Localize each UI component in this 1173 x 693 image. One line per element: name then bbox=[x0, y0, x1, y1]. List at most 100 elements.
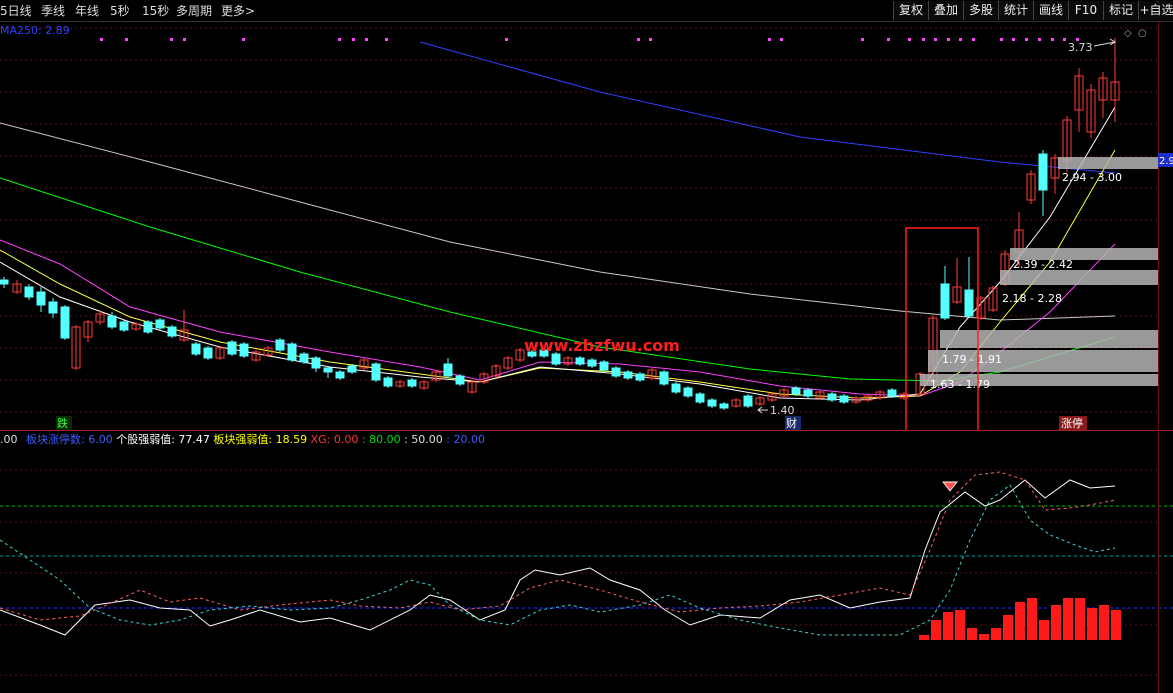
multi-stock-button[interactable]: 多股 bbox=[963, 1, 998, 20]
marker-cai-text: 财 bbox=[786, 416, 797, 430]
signal-dot bbox=[972, 38, 975, 41]
candle-body bbox=[671, 383, 681, 393]
candle-body bbox=[719, 403, 729, 409]
signal-dot bbox=[1038, 38, 1041, 41]
period-5day[interactable]: 5日线 bbox=[0, 2, 32, 19]
candle-body bbox=[0, 279, 9, 285]
indicator-legend-item: : 20.00 bbox=[443, 433, 485, 446]
signal-dot bbox=[183, 38, 186, 41]
candle-body bbox=[599, 361, 609, 371]
candle-body bbox=[707, 399, 717, 407]
indicator-bar bbox=[931, 620, 941, 640]
indicator-legend-item: 板块强弱值: 18.59 bbox=[210, 432, 307, 446]
chip-label: 2.94 - 3.00 bbox=[1062, 171, 1122, 184]
candle-body bbox=[36, 291, 46, 306]
f10-button[interactable]: F10 bbox=[1068, 1, 1103, 20]
indicator-bar bbox=[1051, 605, 1061, 640]
indicator-bar bbox=[1039, 620, 1049, 640]
signal-dot bbox=[242, 38, 245, 41]
candle-body bbox=[407, 379, 417, 387]
candle-body bbox=[611, 367, 621, 377]
candle-body bbox=[107, 315, 117, 328]
overlay-button[interactable]: 叠加 bbox=[928, 1, 963, 20]
marker-zhangting-text: 涨停 bbox=[1061, 416, 1083, 430]
ma250-line bbox=[419, 41, 1116, 174]
candle-body bbox=[203, 347, 213, 359]
signal-dot bbox=[947, 38, 950, 41]
marker-die-text: 跌 bbox=[57, 416, 68, 430]
signal-dot bbox=[505, 38, 508, 41]
high-annotation: 3.73 ◇ ○ bbox=[1068, 28, 1147, 54]
period-multi[interactable]: 多周期 bbox=[176, 2, 212, 19]
indicator-legend-item: 板块涨停数: 6.00 bbox=[26, 432, 113, 446]
chip-bars: 2.94 - 3.00 2.39 - 2.42 2.18 - 2.28 1.79 - … bbox=[920, 157, 1158, 391]
signal-dot bbox=[352, 38, 355, 41]
candle-body bbox=[551, 353, 561, 365]
indicator-legend-item: XG: 0.00 bbox=[307, 433, 358, 446]
signal-dot bbox=[1063, 38, 1066, 41]
candle-body bbox=[1038, 153, 1048, 191]
period-year[interactable]: 年线 bbox=[75, 2, 99, 19]
circle-icon: ○ bbox=[1138, 28, 1147, 39]
candle-body bbox=[443, 363, 453, 377]
signal-dot bbox=[649, 38, 652, 41]
indicator-bar bbox=[1099, 605, 1109, 640]
candle-body bbox=[191, 343, 201, 355]
chip-label: 1.63 - 1.79 bbox=[930, 378, 990, 391]
indicator-bar bbox=[955, 610, 965, 640]
draw-line-button[interactable]: 画线 bbox=[1033, 1, 1068, 20]
signal-diamond-icon bbox=[942, 481, 958, 492]
indicator-bars bbox=[919, 598, 1121, 640]
signal-dot bbox=[385, 38, 388, 41]
candle-body bbox=[791, 387, 801, 395]
candle-body bbox=[839, 395, 849, 403]
statistics-button[interactable]: 统计 bbox=[998, 1, 1033, 20]
marker-zhangting: 涨停 bbox=[1059, 416, 1087, 430]
candle-body bbox=[155, 319, 165, 329]
indicator-bar bbox=[1027, 598, 1037, 640]
period-season[interactable]: 季线 bbox=[41, 2, 65, 19]
signal-dot bbox=[170, 38, 173, 41]
indicator-chart[interactable]: .00 板块涨停数: 6.00 个股强弱值: 77.47 板块强弱值: 18.5… bbox=[0, 430, 1173, 693]
chip-label: 1.79 - 1.91 bbox=[942, 353, 1002, 366]
indicator-bar bbox=[1087, 608, 1097, 640]
mark-button[interactable]: 标记 bbox=[1103, 1, 1138, 20]
signal-dot bbox=[887, 38, 890, 41]
signal-dot bbox=[1051, 38, 1054, 41]
add-favorite-button[interactable]: +自选 bbox=[1138, 1, 1173, 20]
candle-body bbox=[683, 387, 693, 397]
highlight-box bbox=[905, 227, 979, 430]
high-label: 3.73 bbox=[1068, 41, 1093, 54]
indicator-legend-item: : 50.00 bbox=[401, 433, 443, 446]
candle-body bbox=[940, 283, 950, 319]
signal-dot bbox=[780, 38, 783, 41]
indicator-bar bbox=[967, 628, 977, 640]
signal-dot bbox=[338, 38, 341, 41]
indicator-bar bbox=[919, 635, 929, 640]
candle-body bbox=[455, 375, 465, 385]
candle-body bbox=[239, 343, 249, 357]
indicator-legend-item: : 80.00 bbox=[358, 433, 400, 446]
period-5sec[interactable]: 5秒 bbox=[110, 2, 130, 19]
signal-dot bbox=[908, 38, 911, 41]
indicator-grid bbox=[0, 430, 1173, 693]
signal-dots bbox=[100, 38, 1079, 41]
signal-dot bbox=[1025, 38, 1028, 41]
candle-body bbox=[964, 289, 974, 317]
kline-chart[interactable]: MA250: 2.89 2.94 - 3.00 2.39 - 2.42 2.18 -… bbox=[0, 22, 1173, 430]
indicator-lines bbox=[0, 471, 1116, 636]
candle-body bbox=[167, 326, 177, 337]
low-annotation: 1.40 bbox=[757, 404, 795, 417]
fuquan-button[interactable]: 复权 bbox=[893, 1, 928, 20]
indicator-prefix: .00 bbox=[0, 433, 18, 446]
period-15sec[interactable]: 15秒 bbox=[142, 2, 169, 19]
signal-dot bbox=[959, 38, 962, 41]
period-more[interactable]: 更多> bbox=[221, 2, 255, 19]
signal-dot bbox=[922, 38, 925, 41]
indicator-bar bbox=[1111, 610, 1121, 640]
indicator-bar bbox=[979, 634, 989, 640]
candle-body bbox=[143, 321, 153, 333]
marker-cai: 财 bbox=[785, 416, 801, 430]
indicator-bar bbox=[1015, 602, 1025, 640]
marker-die: 跌 bbox=[56, 416, 72, 430]
